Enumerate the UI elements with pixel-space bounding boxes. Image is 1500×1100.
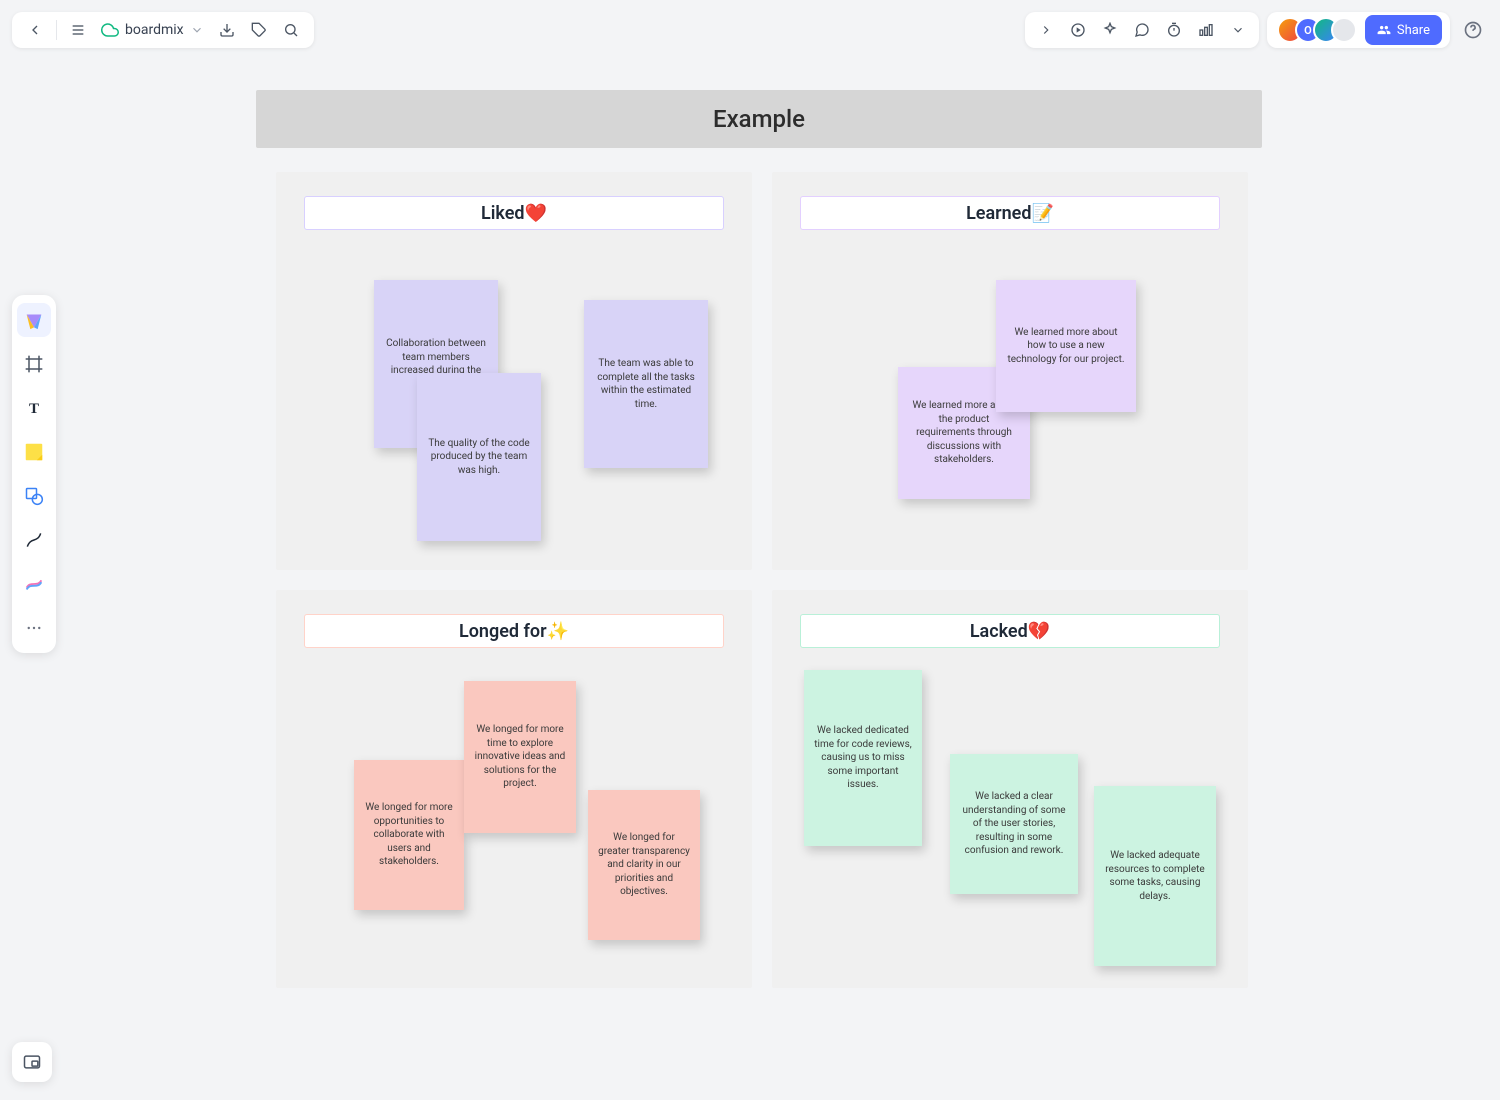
sticky-note[interactable]: We lacked dedicated time for code review… <box>804 670 922 846</box>
memo-icon: 📝 <box>1032 203 1054 224</box>
quadrant-label: Longed for <box>459 621 547 642</box>
quadrant-header-longed[interactable]: Longed for✨ <box>304 614 724 648</box>
sparkle-icon: ✨ <box>547 621 569 642</box>
quadrant-lacked[interactable]: Lacked💔 We lacked dedicated time for cod… <box>772 590 1248 988</box>
sticky-note[interactable]: We lacked adequate resources to complete… <box>1094 786 1216 966</box>
quadrant-header-lacked[interactable]: Lacked💔 <box>800 614 1220 648</box>
sticky-note[interactable]: We lacked a clear understanding of some … <box>950 754 1078 894</box>
broken-heart-icon: 💔 <box>1028 621 1050 642</box>
sticky-note[interactable]: We longed for more time to explore innov… <box>464 681 576 833</box>
sticky-note[interactable]: We longed for more opportunities to coll… <box>354 760 464 910</box>
quadrant-label: Learned <box>966 203 1031 224</box>
board-title[interactable]: Example <box>256 90 1262 148</box>
sticky-note[interactable]: We longed for greater transparency and c… <box>588 790 700 940</box>
sticky-note[interactable]: We learned more about how to use a new t… <box>996 280 1136 412</box>
quadrant-label: Liked <box>481 203 525 224</box>
quadrant-liked[interactable]: Liked❤️ Collaboration between team membe… <box>276 172 752 570</box>
canvas[interactable]: Example Liked❤️ Collaboration between te… <box>0 0 1500 1100</box>
quadrant-header-learned[interactable]: Learned📝 <box>800 196 1220 230</box>
quadrant-label: Lacked <box>970 621 1028 642</box>
heart-icon: ❤️ <box>525 203 547 224</box>
quadrant-learned[interactable]: Learned📝 We learned more about the produ… <box>772 172 1248 570</box>
quadrant-longed[interactable]: Longed for✨ We longed for more opportuni… <box>276 590 752 988</box>
sticky-note[interactable]: The quality of the code produced by the … <box>417 373 541 541</box>
quadrant-header-liked[interactable]: Liked❤️ <box>304 196 724 230</box>
sticky-note[interactable]: The team was able to complete all the ta… <box>584 300 708 468</box>
